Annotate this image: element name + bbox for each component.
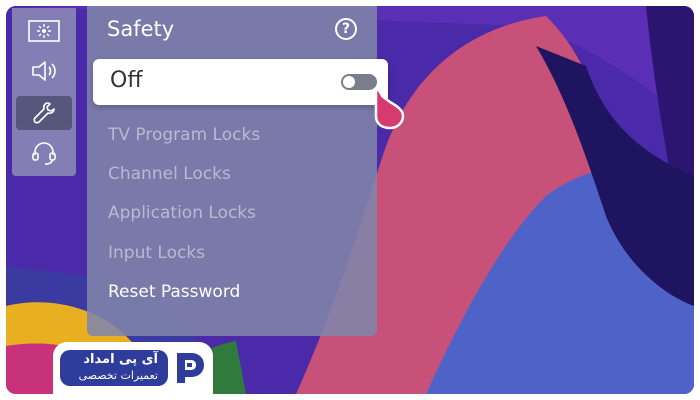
- tv-screen: Safety ? Off TV Program Locks Channel Lo…: [6, 6, 694, 394]
- menu-item-application-locks: Application Locks: [108, 203, 257, 223]
- sound-icon: [32, 61, 56, 81]
- menu-item-tv-program-locks: TV Program Locks: [108, 125, 261, 145]
- menu-item-reset-password[interactable]: Reset Password: [108, 282, 240, 302]
- safety-settings-panel: Safety ? Off TV Program Locks Channel Lo…: [87, 6, 388, 336]
- logo-mark-icon: [177, 353, 204, 383]
- settings-category-rail: [12, 8, 76, 176]
- logo-title: آی پی امداد: [83, 352, 158, 367]
- headset-support-icon: [32, 142, 56, 165]
- menu-item-channel-locks: Channel Locks: [108, 164, 231, 184]
- rail-item-general[interactable]: [16, 96, 72, 130]
- wrench-icon: [33, 102, 55, 124]
- rail-item-picture[interactable]: [16, 14, 72, 48]
- logo-subtitle: تعمیرات تخصصی: [78, 369, 158, 382]
- toggle-knob: [343, 76, 355, 88]
- brand-logo: آی پی امداد تعمیرات تخصصی: [53, 342, 213, 394]
- safety-toggle-row[interactable]: Off: [93, 59, 388, 105]
- rail-item-support[interactable]: [16, 136, 72, 170]
- rail-item-sound[interactable]: [16, 54, 72, 88]
- safety-toggle-label: Off: [110, 68, 143, 93]
- panel-title: Safety: [107, 17, 175, 41]
- menu-item-input-locks: Input Locks: [108, 243, 206, 263]
- pointer-cursor-icon: [374, 88, 405, 130]
- question-mark-icon[interactable]: ?: [335, 18, 357, 40]
- logo-text-badge: آی پی امداد تعمیرات تخصصی: [60, 350, 168, 386]
- picture-icon: [28, 20, 60, 42]
